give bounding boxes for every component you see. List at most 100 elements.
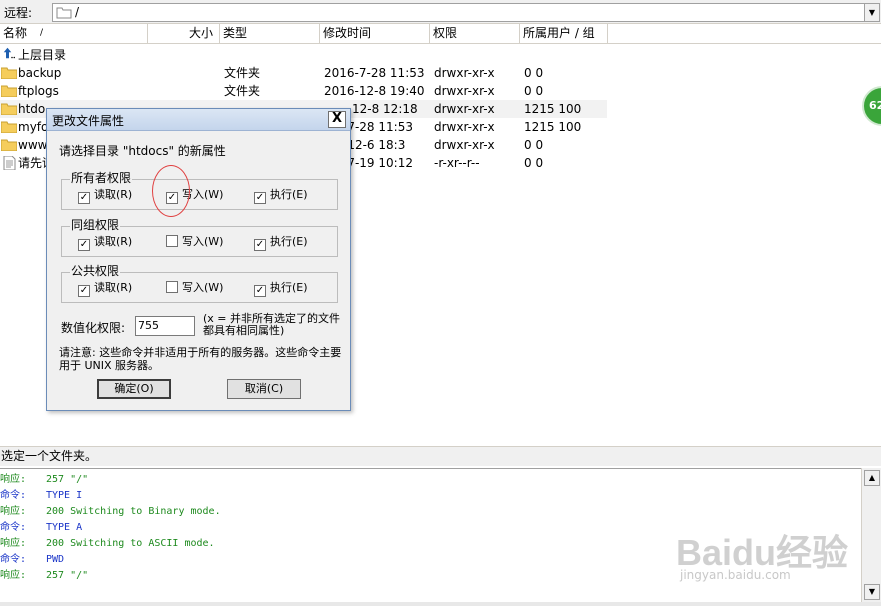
column-owner[interactable]: 所属用户 / 组 — [520, 24, 608, 44]
column-permissions[interactable]: 权限 — [430, 24, 520, 44]
log-line: 命令: TYPE I — [0, 488, 82, 504]
checkbox-label: 读取(R) — [94, 235, 133, 248]
log-line: 响应: 200 Switching to ASCII mode. — [0, 536, 215, 552]
file-row[interactable]: ftplogs 文件夹 2016-12-8 19:40 drwxr-xr-x 0… — [0, 82, 607, 100]
annotation-circle — [152, 165, 190, 217]
group-write-checkbox[interactable]: 写入(W) — [166, 235, 223, 249]
log-text: TYPE I — [46, 490, 83, 501]
group-title: 所有者权限 — [70, 171, 133, 185]
checkbox-checked-icon: ✓ — [78, 285, 90, 297]
checkbox-unchecked-icon — [166, 235, 178, 247]
log-text: 200 Switching to Binary mode. — [46, 506, 221, 517]
public-exec-checkbox[interactable]: ✓ 执行(E) — [254, 281, 308, 297]
public-write-checkbox[interactable]: 写入(W) — [166, 281, 223, 295]
checkbox-label: 执行(E) — [270, 188, 308, 201]
sort-indicator-icon: / — [40, 28, 44, 38]
folder-icon — [1, 85, 17, 97]
checkbox-checked-icon: ✓ — [254, 192, 266, 204]
checkbox-unchecked-icon — [166, 281, 178, 293]
file-permissions: drwxr-xr-x — [434, 84, 495, 98]
file-permissions: drwxr-xr-x — [434, 66, 495, 80]
column-type[interactable]: 类型 — [220, 24, 320, 44]
watermark-url: jingyan.baidu.com — [680, 568, 791, 582]
file-name: htdo — [18, 102, 46, 116]
log-line: 响应: 257 "/" — [0, 568, 88, 584]
file-name: www — [18, 138, 48, 152]
file-permissions: -r-xr--r-- — [434, 156, 480, 170]
column-name-label: 名称 — [3, 26, 28, 40]
file-owner: 0 0 — [524, 138, 544, 152]
group-exec-checkbox[interactable]: ✓ 执行(E) — [254, 235, 308, 251]
log-tag: 命令: — [0, 522, 27, 533]
scroll-up-icon[interactable]: ▲ — [864, 470, 880, 486]
parent-directory-label: 上层目录 — [18, 48, 67, 62]
folder-icon — [1, 67, 17, 79]
dialog-title: 更改文件属性 — [52, 114, 125, 128]
ok-button[interactable]: 确定(O) — [97, 379, 171, 399]
group-title: 公共权限 — [70, 264, 121, 278]
file-name: ftplogs — [18, 84, 59, 98]
dialog-notice: 请注意: 这些命令并非适用于所有的服务器。这些命令主要用于 UNIX 服务器。 — [59, 346, 342, 372]
group-permissions-group: 同组权限 ✓ 读取(R) 写入(W) ✓ 执行(E) — [61, 218, 338, 257]
file-name: backup — [18, 66, 62, 80]
log-line: 响应: 200 Switching to Binary mode. — [0, 504, 221, 520]
file-row[interactable]: backup 文件夹 2016-7-28 11:53 drwxr-xr-x 0 … — [0, 64, 607, 82]
dialog-titlebar[interactable]: 更改文件属性 X — [47, 109, 350, 131]
numeric-permission-note: (x = 并非所有选定了的文件都具有相同属性) — [203, 312, 341, 337]
log-tag: 响应: — [0, 506, 27, 517]
column-name[interactable]: 名称 / — [0, 24, 148, 44]
checkbox-checked-icon: ✓ — [254, 285, 266, 297]
log-text: TYPE A — [46, 522, 83, 533]
checkbox-label: 写入(W) — [182, 281, 224, 294]
path-dropdown-button[interactable]: ▼ — [864, 3, 880, 22]
column-size[interactable]: 大小 — [148, 24, 220, 44]
log-tag: 响应: — [0, 570, 27, 581]
file-name: myfo — [18, 120, 49, 134]
close-icon[interactable]: X — [328, 111, 346, 128]
file-owner: 1215 100 — [524, 102, 582, 116]
group-read-checkbox[interactable]: ✓ 读取(R) — [78, 235, 133, 251]
checkbox-checked-icon: ✓ — [254, 239, 266, 251]
folder-icon — [1, 139, 17, 151]
checkbox-checked-icon: ✓ — [78, 239, 90, 251]
log-line: 命令: TYPE A — [0, 520, 82, 536]
file-owner: 0 0 — [524, 66, 544, 80]
file-type: 文件夹 — [224, 66, 261, 80]
log-line: 响应: 257 "/" — [0, 472, 88, 488]
file-modified: -7-19 10:12 — [343, 156, 413, 170]
parent-directory-row[interactable]: 上层目录 — [0, 46, 607, 64]
change-attributes-dialog: 更改文件属性 X 请选择目录 "htdocs" 的新属性 所有者权限 ✓ 读取(R… — [46, 108, 351, 411]
speed-badge[interactable]: 62 — [862, 86, 881, 126]
log-text: 257 "/" — [46, 474, 89, 485]
dialog-prompt: 请选择目录 "htdocs" 的新属性 — [59, 144, 226, 158]
bottom-strip — [0, 602, 881, 606]
remote-label: 远程: — [4, 6, 33, 20]
group-title: 同组权限 — [70, 218, 121, 232]
owner-exec-checkbox[interactable]: ✓ 执行(E) — [254, 188, 308, 204]
numeric-permission-input[interactable]: 755 — [135, 316, 195, 336]
file-permissions: drwxr-xr-x — [434, 138, 495, 152]
file-permissions: drwxr-xr-x — [434, 120, 495, 134]
public-read-checkbox[interactable]: ✓ 读取(R) — [78, 281, 132, 297]
column-modified[interactable]: 修改时间 — [320, 24, 430, 44]
owner-read-checkbox[interactable]: ✓ 读取(R) — [78, 188, 132, 204]
remote-path-bar: 远程: / ▼ — [0, 0, 881, 24]
file-modified: -12-6 18:3 — [343, 138, 406, 152]
file-list-header: 名称 / 大小 类型 修改时间 权限 所属用户 / 组 — [0, 24, 881, 44]
cancel-button[interactable]: 取消(C) — [227, 379, 301, 399]
remote-path-input[interactable]: / — [52, 3, 866, 22]
folder-icon — [56, 7, 72, 19]
file-modified: 2016-7-28 11:53 — [324, 66, 425, 80]
public-permissions-group: 公共权限 ✓ 读取(R) 写入(W) ✓ 执行(E) — [61, 264, 338, 303]
checkbox-label: 执行(E) — [270, 235, 308, 248]
log-tag: 响应: — [0, 538, 27, 549]
folder-icon — [1, 103, 17, 115]
file-owner: 0 0 — [524, 84, 544, 98]
remote-path-text: / — [75, 5, 80, 19]
checkbox-label: 写入(W) — [182, 235, 224, 248]
file-type: 文件夹 — [224, 84, 261, 98]
log-tag: 命令: — [0, 554, 27, 565]
owner-permissions-group: 所有者权限 ✓ 读取(R) ✓ 写入(W) ✓ 执行(E) — [61, 171, 338, 210]
status-bar: 选定一个文件夹。 — [0, 446, 881, 466]
checkbox-checked-icon: ✓ — [78, 192, 90, 204]
